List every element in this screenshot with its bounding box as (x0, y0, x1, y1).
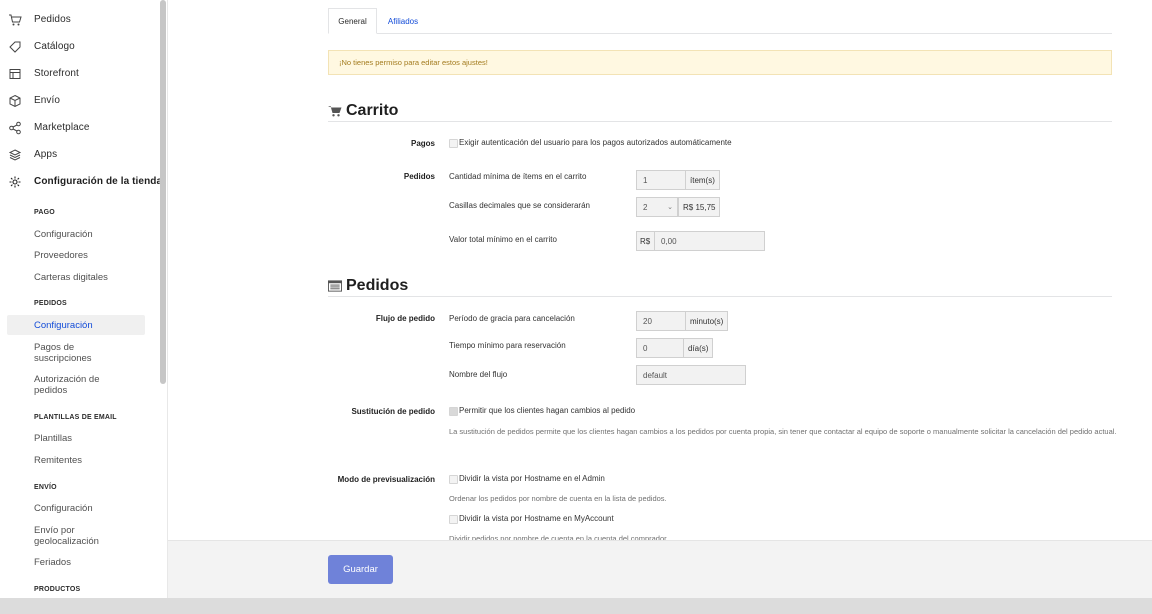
nav-item-storefront[interactable]: Storefront (0, 60, 160, 87)
footer-bar: Guardar (168, 540, 1152, 598)
flujo-label: Flujo de pedido (375, 314, 435, 323)
tab-bar: General Afiliados (328, 8, 1112, 34)
nav-item-catalogo[interactable]: Catálogo (0, 33, 160, 60)
reservation-input[interactable]: 0 (636, 338, 684, 358)
layout-icon (8, 67, 22, 81)
sustitucion-checkbox-label: Permitir que los clientes hagan cambios … (459, 406, 636, 415)
section-carrito-header: Carrito (328, 100, 1112, 122)
grace-period-label: Período de gracia para cancelación (449, 314, 575, 323)
preview-mode-label: Modo de previsualización (337, 475, 435, 484)
layers-icon (8, 148, 22, 162)
section-title: Carrito (346, 101, 399, 119)
cart-icon (328, 104, 342, 118)
grace-period-suffix: minuto(s) (686, 311, 729, 331)
section-title-pago: PAGO (34, 209, 55, 216)
section-title-productos: PRODUCTOS (34, 586, 81, 593)
nav-label: Storefront (34, 68, 79, 79)
section-title: Pedidos (346, 276, 409, 294)
min-total-label: Valor total mínimo en el carrito (449, 235, 557, 244)
min-items-input[interactable]: 1 (636, 170, 686, 190)
decimals-label: Casillas decimales que se considerarán (449, 201, 590, 210)
chevron-down-icon: ⌄ (667, 204, 673, 211)
tab-general[interactable]: General (328, 8, 377, 34)
section-title-envio: ENVÍO (34, 484, 57, 491)
nav-label: Catálogo (34, 41, 75, 52)
sidebar-item-carteras-digitales[interactable]: Carteras digitales (34, 272, 144, 283)
sidebar: Pedidos Catálogo Storefront Envío Market… (0, 0, 168, 598)
nav-label: Pedidos (34, 14, 71, 25)
window-bottom-bar (0, 598, 1152, 614)
grace-period-input[interactable]: 20 (636, 311, 686, 331)
reservation-suffix: día(s) (684, 338, 714, 358)
nav-item-configuracion-tienda[interactable]: Configuración de la tienda (0, 168, 163, 195)
sidebar-item-envio-geolocalizacion[interactable]: Envío por geolocalización (34, 525, 114, 547)
pagos-auth-checkbox-label: Exigir autenticación del usuario para lo… (459, 138, 732, 147)
permission-warning: ¡No tienes permiso para editar estos aju… (328, 50, 1112, 75)
sidebar-item-plantillas[interactable]: Plantillas (34, 433, 144, 444)
nav-label: Configuración de la tienda (34, 176, 163, 187)
nav-label: Marketplace (34, 122, 90, 133)
decimals-value: 2 (643, 202, 648, 212)
sustitucion-label: Sustitución de pedido (351, 407, 435, 416)
section-pedidos-header: Pedidos (328, 275, 1112, 297)
sidebar-item-remitentes[interactable]: Remitentes (34, 455, 144, 466)
preview-myaccount-hint: Dividir pedidos por nombre de cuenta en … (449, 534, 669, 540)
main-content: General Afiliados ¡No tienes permiso par… (168, 0, 1152, 540)
preview-admin-checkbox-label: Dividir la vista por Hostname en el Admi… (459, 474, 605, 483)
preview-myaccount-checkbox[interactable] (449, 515, 458, 524)
currency-prefix: R$ (636, 231, 655, 251)
save-button[interactable]: Guardar (328, 555, 393, 584)
preview-admin-checkbox[interactable] (449, 475, 458, 484)
share-icon (8, 121, 22, 135)
min-items-suffix: ítem(s) (686, 170, 720, 190)
min-total-input[interactable]: 0,00 (655, 231, 765, 251)
nav-item-pedidos[interactable]: Pedidos (0, 6, 160, 33)
sidebar-item-proveedores[interactable]: Proveedores (34, 250, 144, 261)
sidebar-item-pagos-suscripciones[interactable]: Pagos de suscripciones (34, 342, 114, 364)
nav-label: Apps (34, 149, 58, 160)
section-title-plantillas-email: PLANTILLAS DE EMAIL (34, 414, 117, 421)
sustitucion-checkbox[interactable] (449, 407, 458, 416)
section-title-pedidos: PEDIDOS (34, 300, 67, 307)
pagos-auth-checkbox[interactable] (449, 139, 458, 148)
list-icon (328, 279, 342, 293)
nav-item-apps[interactable]: Apps (0, 141, 160, 168)
tab-afiliados[interactable]: Afiliados (377, 8, 429, 34)
sidebar-scrollbar[interactable] (160, 0, 166, 384)
nav-item-envio[interactable]: Envío (0, 87, 160, 114)
preview-admin-hint: Ordenar los pedidos por nombre de cuenta… (449, 494, 667, 503)
pagos-label: Pagos (410, 139, 435, 148)
flow-name-input[interactable]: default (636, 365, 746, 385)
sidebar-item-autorizacion-pedidos[interactable]: Autorización de pedidos (34, 374, 124, 396)
pedidos-label: Pedidos (403, 172, 435, 181)
gear-icon (8, 175, 22, 189)
preview-myaccount-checkbox-label: Dividir la vista por Hostname en MyAccou… (459, 514, 614, 523)
decimals-preview: R$ 15,75 (678, 197, 721, 217)
box-icon (8, 94, 22, 108)
sidebar-item-feriados[interactable]: Feriados (34, 557, 144, 568)
nav-label: Envío (34, 95, 61, 106)
decimals-select[interactable]: 2 ⌄ (636, 197, 678, 217)
tag-icon (8, 40, 22, 54)
sidebar-item-pago-configuracion[interactable]: Configuración (34, 229, 144, 240)
sidebar-item-envio-configuracion[interactable]: Configuración (34, 503, 144, 514)
sidebar-item-pedidos-configuracion[interactable]: Configuración (34, 320, 144, 331)
flow-name-label: Nombre del flujo (449, 370, 508, 379)
cart-icon (8, 13, 22, 27)
min-items-label: Cantidad mínima de ítems en el carrito (449, 172, 587, 181)
nav-item-marketplace[interactable]: Marketplace (0, 114, 160, 141)
sustitucion-hint: La sustitución de pedidos permite que lo… (449, 427, 1117, 436)
reservation-label: Tiempo mínimo para reservación (449, 341, 566, 350)
